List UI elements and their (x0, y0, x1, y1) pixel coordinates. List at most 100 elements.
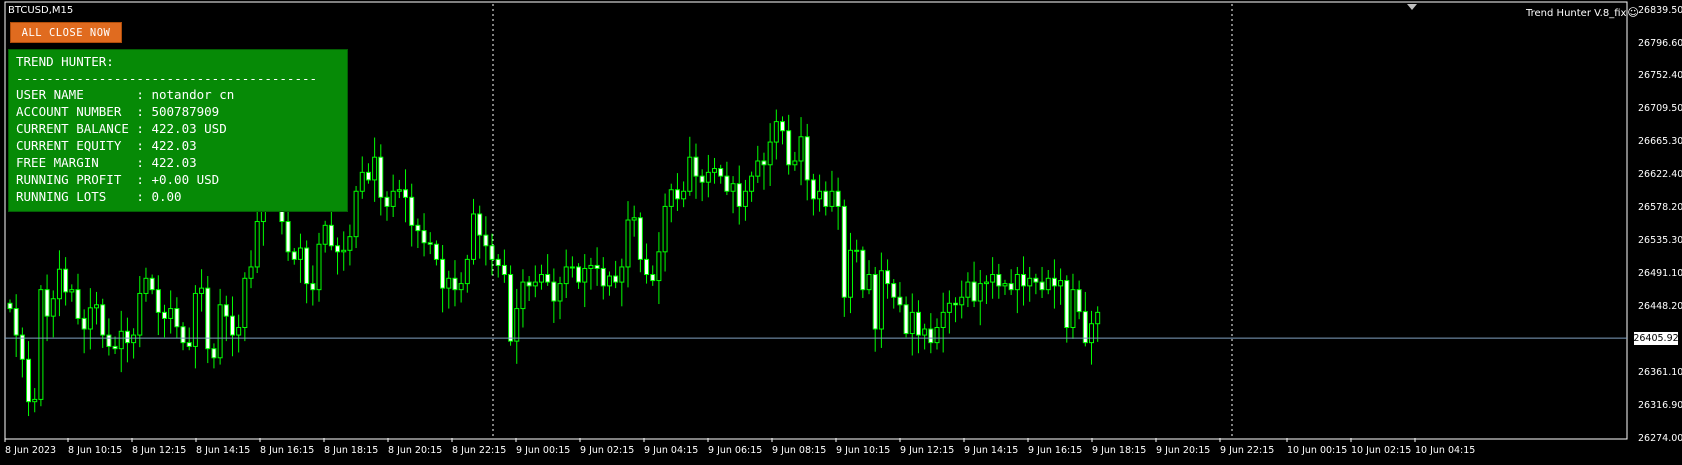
candle-body (56, 268, 62, 300)
candle-body (1014, 274, 1020, 291)
time-tick: 8 Jun 16:15 (260, 445, 315, 456)
candle-body (137, 292, 143, 336)
candle-body (124, 330, 130, 344)
candle-body (940, 311, 946, 328)
candle-body (341, 249, 347, 253)
candle-body (483, 234, 489, 247)
candle-body (798, 136, 804, 162)
candle-body (384, 196, 390, 207)
candle-body (50, 298, 56, 317)
candle-body (236, 326, 242, 336)
candle-body (903, 304, 909, 335)
candle-body (681, 190, 687, 200)
candle-body (477, 213, 483, 236)
candle-body (229, 315, 235, 336)
candle-body (106, 334, 112, 347)
candle-body (915, 311, 921, 336)
candle-body (44, 289, 50, 317)
candle-body (38, 289, 44, 400)
candle-body (761, 160, 767, 166)
candle-body (112, 345, 118, 350)
candle-body (674, 189, 680, 200)
time-tick: 8 Jun 2023 (5, 445, 57, 456)
candle-body (464, 258, 470, 285)
candle-body (1021, 274, 1027, 287)
info-row-current-equity: CURRENT EQUITY : 422.03 (16, 138, 197, 153)
candle-body (199, 287, 205, 294)
candle-body (588, 264, 594, 269)
candle-body (619, 266, 625, 283)
candle-body (576, 266, 582, 283)
candle-body (551, 281, 557, 302)
candle-body (922, 328, 928, 336)
candle-body (742, 190, 748, 207)
price-tick: 26709.50 (1638, 103, 1682, 114)
time-tick: 8 Jun 14:15 (196, 445, 251, 456)
indicator-name: Trend Hunter V.8_fix (1526, 8, 1627, 19)
candle-body (996, 274, 1002, 287)
candle-body (180, 326, 186, 344)
candle-body (440, 258, 446, 289)
info-row-user-name: USER NAME : notandor cn (16, 87, 235, 102)
candle-body (365, 171, 371, 181)
candle-body (501, 264, 507, 276)
candle-body (977, 283, 983, 302)
time-tick: 8 Jun 20:15 (388, 445, 443, 456)
candle-body (594, 264, 600, 269)
candle-body (847, 249, 853, 298)
candle-body (983, 281, 989, 285)
candle-body (94, 304, 100, 309)
candle-body (934, 326, 940, 344)
candle-body (217, 304, 223, 359)
candle-body (866, 274, 872, 291)
candle-body (63, 268, 69, 293)
candle-body (1076, 289, 1082, 313)
candle-body (427, 242, 433, 245)
candle-body (804, 136, 810, 181)
price-tick: 26535.30 (1638, 235, 1682, 246)
candle-body (1002, 283, 1008, 287)
candle-body (335, 245, 341, 253)
candle-body (7, 302, 13, 310)
chart-window[interactable]: BTCUSD,M15 Trend Hunter V.8_fix☺ ALL CLO… (0, 0, 1682, 465)
candle-body (372, 156, 378, 181)
price-tick: 26665.30 (1638, 136, 1682, 147)
time-tick: 9 Jun 16:15 (1028, 445, 1083, 456)
candle-body (749, 175, 755, 192)
candle-body (316, 243, 322, 291)
indicator-label: Trend Hunter V.8_fix☺ (1526, 6, 1639, 19)
candle-body (390, 190, 396, 207)
trend-hunter-info-panel: TREND HUNTER: --------------------------… (8, 49, 348, 212)
candle-body (1027, 277, 1033, 287)
info-row-running-profit: RUNNING PROFIT : +0.00 USD (16, 172, 220, 187)
time-tick: 9 Jun 02:15 (580, 445, 635, 456)
candle-body (446, 277, 452, 289)
candle-body (223, 304, 229, 317)
candle-body (718, 168, 724, 177)
candle-body (174, 308, 180, 328)
candle-body (495, 258, 501, 266)
candle-body (557, 283, 563, 302)
candle-body (730, 183, 736, 192)
candle-body (792, 160, 798, 166)
candle-body (19, 334, 25, 360)
price-tick: 26622.40 (1638, 169, 1682, 180)
candle-body (520, 281, 526, 310)
candle-body (786, 130, 792, 166)
candle-body (582, 267, 588, 283)
candle-body (817, 190, 823, 200)
candle-body (69, 289, 75, 293)
candle-body (755, 160, 761, 177)
candle-body (563, 266, 569, 285)
candle-body (254, 221, 260, 268)
candle-body (100, 304, 106, 336)
price-axis[interactable]: 26839.50 26796.60 26752.40 26709.50 2666… (1630, 0, 1682, 465)
candle-body (489, 245, 495, 260)
time-tick: 9 Jun 12:15 (900, 445, 955, 456)
candle-body (1039, 281, 1045, 291)
candle-body (687, 156, 693, 192)
candle-body (909, 311, 915, 335)
all-close-now-button[interactable]: ALL CLOSE NOW (10, 22, 122, 43)
time-tick: 9 Jun 20:15 (1156, 445, 1211, 456)
candle-body (959, 296, 965, 306)
